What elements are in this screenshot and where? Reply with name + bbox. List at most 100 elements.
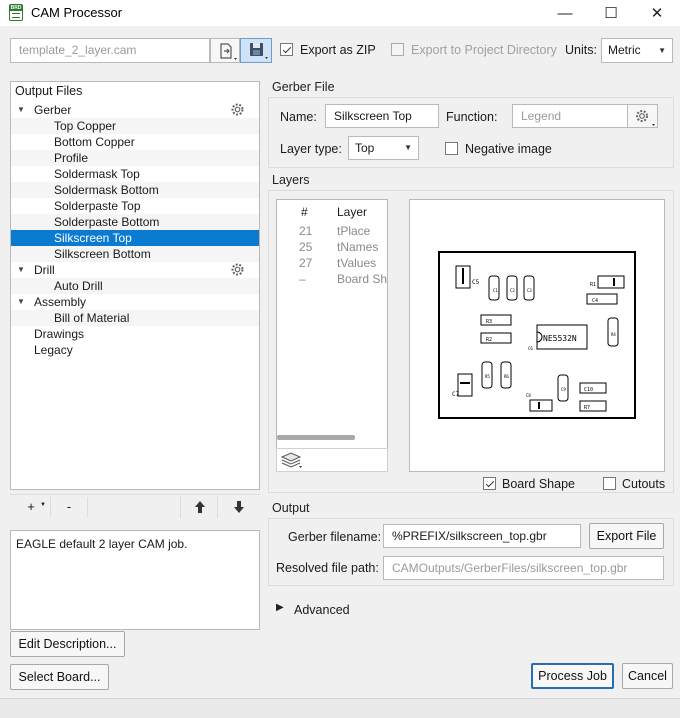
preview-label: C9	[561, 387, 566, 392]
tree-item[interactable]: Silkscreen Top	[11, 230, 259, 246]
gerber-file-group-title: Gerber File	[272, 80, 335, 94]
add-label: +	[27, 499, 35, 514]
remove-output-button[interactable]: -	[50, 497, 88, 517]
tree-group-item[interactable]: ▼ Gerber	[11, 102, 259, 118]
tree-item-label: Silkscreen Top	[54, 231, 132, 245]
tree-item[interactable]: Top Copper	[11, 118, 259, 134]
description-textarea[interactable]: EAGLE default 2 layer CAM job.	[10, 530, 260, 630]
minimize-button[interactable]: —	[542, 0, 588, 26]
gear-icon[interactable]	[230, 262, 245, 277]
function-settings-button[interactable]	[627, 104, 658, 128]
layer-preview: C5 C1 C2 C3 R1 C4 R3 R2 NE5532N C6 R4 C7…	[409, 199, 665, 472]
tree-item[interactable]: Soldermask Bottom	[11, 182, 259, 198]
close-button[interactable]: ✕	[634, 0, 680, 26]
description-text: EAGLE default 2 layer CAM job.	[16, 537, 188, 551]
save-job-button[interactable]	[240, 38, 272, 63]
select-board-button[interactable]: Select Board...	[10, 664, 109, 690]
tree-group-item[interactable]: Drawings	[11, 326, 259, 342]
layer-name: tPlace	[337, 224, 371, 238]
tree-item[interactable]: Solderpaste Top	[11, 198, 259, 214]
negative-image-checkbox[interactable]	[445, 142, 458, 155]
name-label: Name:	[280, 110, 317, 124]
tree-item[interactable]: Profile	[11, 150, 259, 166]
advanced-toggle[interactable]: Advanced	[294, 603, 350, 617]
layer-select-button[interactable]	[276, 448, 388, 472]
preview-label: R1	[590, 282, 596, 288]
preview-label: C3	[527, 288, 532, 293]
layer-type-value: Top	[355, 141, 375, 155]
gear-icon	[636, 110, 655, 126]
move-up-button[interactable]	[180, 496, 218, 518]
preview-label: R5	[485, 374, 490, 379]
open-job-button[interactable]	[210, 38, 240, 63]
gerber-filename-field[interactable]: %PREFIX/silkscreen_top.gbr	[383, 524, 581, 548]
tree-item-label: Gerber	[34, 103, 72, 117]
move-down-button[interactable]	[220, 496, 258, 518]
cancel-button[interactable]: Cancel	[622, 663, 673, 689]
close-icon: ✕	[650, 5, 664, 22]
expand-caret-icon[interactable]: ▶	[276, 602, 284, 613]
edit-description-button[interactable]: Edit Description...	[10, 631, 125, 657]
layer-row[interactable]: 21 tPlace	[277, 223, 387, 239]
resolved-path-field: CAMOutputs/GerberFiles/silkscreen_top.gb…	[383, 556, 664, 580]
layer-row[interactable]: 25 tNames	[277, 239, 387, 255]
layers-stack-icon	[280, 452, 302, 468]
preview-label: C10	[584, 387, 593, 393]
open-file-icon	[220, 43, 237, 60]
tree-item[interactable]: Solderpaste Bottom	[11, 214, 259, 230]
output-files-header: Output Files	[15, 84, 83, 98]
cutouts-checkbox[interactable]	[603, 477, 616, 490]
add-output-button[interactable]: + ▼	[12, 497, 50, 517]
preview-label: C7	[452, 391, 460, 398]
process-job-button[interactable]: Process Job	[531, 663, 614, 689]
name-field[interactable]: Silkscreen Top	[325, 104, 439, 128]
board-shape-label: Board Shape	[502, 477, 575, 491]
tree-item-label: Solderpaste Top	[54, 199, 141, 213]
arrow-up-icon	[195, 501, 205, 513]
function-field[interactable]: Legend	[512, 104, 628, 128]
maximize-icon: ☐	[604, 5, 618, 22]
layer-row[interactable]: – Board Shape	[277, 271, 387, 287]
tree-group-item[interactable]: ▼ Assembly	[11, 294, 259, 310]
save-icon	[250, 43, 268, 59]
horizontal-scrollbar[interactable]	[277, 435, 355, 440]
tree-item[interactable]: Auto Drill	[11, 278, 259, 294]
preview-label: R4	[611, 332, 616, 337]
layers-list[interactable]: # Layer 21 tPlace 25 tNames 27 tValues – Board …	[276, 199, 388, 449]
preview-label: C4	[592, 298, 598, 304]
board-preview-image: C5 C1 C2 C3 R1 C4 R3 R2 NE5532N C6 R4 C7…	[438, 251, 636, 419]
gerber-filename-label: Gerber filename:	[288, 530, 382, 544]
tree-item[interactable]: Bottom Copper	[11, 134, 259, 150]
units-select[interactable]: Metric ▼	[601, 38, 673, 63]
export-zip-checkbox[interactable]	[280, 43, 293, 56]
board-shape-checkbox[interactable]	[483, 477, 496, 490]
layer-type-select[interactable]: Top ▼	[348, 136, 419, 160]
layer-number: 27	[299, 256, 313, 270]
tree-group-item[interactable]: Legacy	[11, 342, 259, 358]
export-project-checkbox[interactable]	[391, 43, 404, 56]
expand-caret-icon[interactable]: ▼	[17, 262, 25, 278]
layers-col-num: #	[301, 205, 308, 219]
preview-label: R2	[486, 337, 492, 343]
export-file-button[interactable]: Export File	[589, 523, 664, 549]
tree-item[interactable]: Soldermask Top	[11, 166, 259, 182]
expand-caret-icon[interactable]: ▼	[17, 294, 25, 310]
tree-group-item[interactable]: ▼ Drill	[11, 262, 259, 278]
layer-number: 21	[299, 224, 313, 238]
tree-item-label: Auto Drill	[54, 279, 103, 293]
remove-label: -	[66, 499, 72, 514]
expand-caret-icon[interactable]: ▼	[17, 102, 25, 118]
preview-label: C5	[472, 279, 480, 286]
tree-item[interactable]: Silkscreen Bottom	[11, 246, 259, 262]
preview-label: C6	[528, 346, 533, 351]
job-file-field[interactable]: template_2_layer.cam	[10, 38, 210, 63]
gear-icon[interactable]	[230, 102, 245, 117]
status-bar	[0, 699, 680, 718]
maximize-button[interactable]: ☐	[588, 0, 634, 26]
tree-item[interactable]: Bill of Material	[11, 310, 259, 326]
eagle-brd-icon: BRD	[9, 4, 23, 21]
tree-item-label: Bottom Copper	[54, 135, 135, 149]
layer-name: tNames	[337, 240, 379, 254]
negative-image-label: Negative image	[465, 142, 552, 156]
layer-row[interactable]: 27 tValues	[277, 255, 387, 271]
